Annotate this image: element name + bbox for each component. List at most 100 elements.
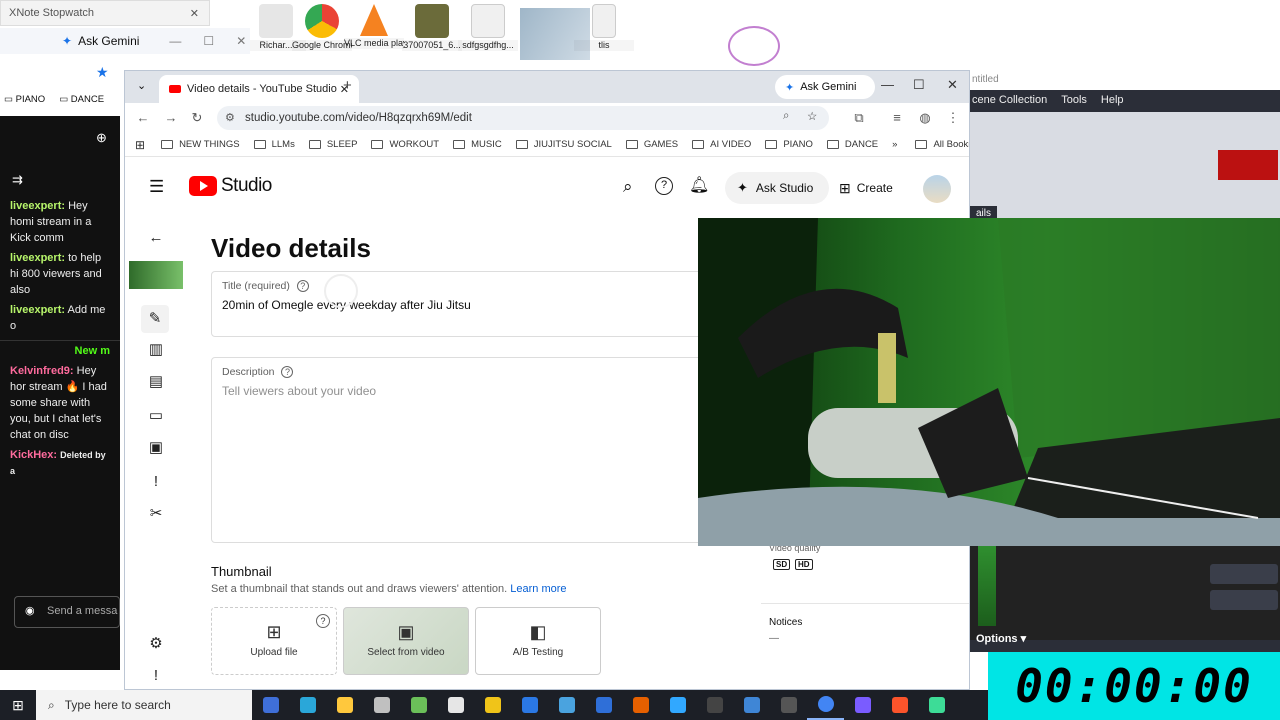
star-icon[interactable]: ★ <box>96 64 109 81</box>
back-icon[interactable]: ← <box>135 110 151 126</box>
title-field[interactable]: Title (required) ? 20min of Omegle every… <box>211 271 711 337</box>
clips-scissors-icon[interactable]: ✂ <box>145 503 167 525</box>
desktop-icon-chrome[interactable]: Google Chrome <box>292 4 352 51</box>
taskbar-app-button[interactable] <box>511 690 548 720</box>
desktop-icon-document[interactable]: sdfgsgdfhg... <box>458 4 518 51</box>
taskbar-app-button[interactable] <box>918 690 955 720</box>
bookmark-folder[interactable]: WORKOUT <box>371 139 439 150</box>
taskbar-app-button[interactable] <box>622 690 659 720</box>
taskbar-app-button[interactable] <box>252 690 289 720</box>
forward-icon[interactable]: → <box>163 110 179 126</box>
subtitles-icon[interactable]: ▣ <box>145 437 167 459</box>
help-icon[interactable]: ? <box>316 614 330 628</box>
back-arrow-icon[interactable]: ← <box>145 227 167 249</box>
chat-message-input[interactable]: ◉ Send a messa <box>14 596 120 628</box>
taskbar-app-button[interactable] <box>326 690 363 720</box>
bookmark-piano-left[interactable]: ▭ PIANO <box>4 94 45 105</box>
xnote-stopwatch-titlebar[interactable]: XNote Stopwatch ✕ <box>0 0 210 26</box>
settings-gear-icon[interactable]: ⚙ <box>145 633 167 655</box>
editor-icon[interactable]: ▤ <box>145 371 167 393</box>
menu-help[interactable]: Help <box>1101 94 1124 110</box>
feedback-icon[interactable]: ! <box>145 665 167 687</box>
bookmark-star-icon[interactable]: ☆ <box>807 109 817 123</box>
chat-username[interactable]: liveexpert: <box>10 200 65 212</box>
create-button[interactable]: ⊞ Create <box>835 172 915 204</box>
collapse-chat-icon[interactable]: ⇉ <box>12 172 23 188</box>
taskbar-app-button[interactable] <box>881 690 918 720</box>
taskbar-app-button[interactable] <box>659 690 696 720</box>
desktop-icon-image[interactable]: 37007051_6... <box>402 4 462 51</box>
emoji-icon[interactable]: ◉ <box>25 604 35 617</box>
video-thumbnail-mini[interactable] <box>129 261 183 289</box>
bookmark-folder[interactable]: LLMs <box>253 139 295 150</box>
tab-youtube-studio[interactable]: Video details - YouTube Studio ✕ <box>159 75 359 103</box>
menu-kebab-icon[interactable]: ⋮ <box>945 110 961 126</box>
profile-icon[interactable]: ◍ <box>917 110 933 126</box>
apps-grid-icon[interactable]: ⊞ <box>135 138 145 152</box>
search-icon[interactable]: ⌕ <box>623 177 633 197</box>
minimize-icon[interactable]: — <box>169 34 181 48</box>
obs-control-button[interactable] <box>1210 590 1278 610</box>
taskbar-app-button[interactable] <box>696 690 733 720</box>
tab-search-icon[interactable]: ⌄ <box>137 79 146 92</box>
help-icon[interactable]: ? <box>655 177 673 195</box>
taskbar-search[interactable]: ⌕ Type here to search <box>36 690 252 720</box>
bookmark-folder[interactable]: AI VIDEO <box>692 139 751 150</box>
address-bar[interactable]: ⚙ studio.youtube.com/video/H8qzqrxh69M/e… <box>217 106 829 130</box>
bookmark-folder[interactable]: GAMES <box>625 139 678 150</box>
select-from-video-option[interactable]: ▣ Select from video <box>343 607 469 675</box>
chat-username[interactable]: Kelvinfred9: <box>10 365 74 377</box>
upload-file-option[interactable]: ⊞ Upload file ? <box>211 607 337 675</box>
minimize-icon[interactable]: — <box>881 77 894 92</box>
bookmark-folder[interactable]: SLEEP <box>308 139 357 150</box>
studio-logo[interactable]: Studio <box>189 175 272 197</box>
close-icon[interactable]: ✕ <box>947 77 958 93</box>
obs-control-button[interactable] <box>1210 564 1278 584</box>
close-icon[interactable]: ✕ <box>236 34 246 48</box>
taskbar-app-button[interactable] <box>585 690 622 720</box>
ab-testing-option[interactable]: ◧ A/B Testing <box>475 607 601 675</box>
taskbar-app-button[interactable] <box>807 690 844 720</box>
more-bookmarks-icon[interactable]: » <box>892 139 897 150</box>
taskbar-app-button[interactable] <box>363 690 400 720</box>
ask-gemini-button-left[interactable]: Ask Gemini <box>78 34 139 48</box>
chat-username[interactable]: liveexpert: <box>10 252 65 264</box>
avatar[interactable] <box>923 175 951 203</box>
bookmark-folder[interactable]: DANCE <box>826 139 878 150</box>
taskbar-app-button[interactable] <box>733 690 770 720</box>
new-tab-icon[interactable]: + <box>343 77 352 94</box>
bookmark-folder[interactable]: JIUJITSU SOCIAL <box>515 139 612 150</box>
menu-scene-collection[interactable]: cene Collection <box>972 94 1047 110</box>
all-bookmarks-folder[interactable]: All Bookmarks <box>915 139 969 150</box>
ask-studio-button[interactable]: ✦ Ask Studio <box>725 172 829 204</box>
zoom-icon[interactable]: ⌕ <box>783 110 789 123</box>
maximize-icon[interactable]: ☐ <box>203 34 214 48</box>
comments-icon[interactable]: ▭ <box>145 405 167 427</box>
bookmark-dance-left[interactable]: ▭ DANCE <box>59 94 104 105</box>
desktop-icon-vlc[interactable]: VLC media player <box>344 4 404 49</box>
taskbar-app-button[interactable] <box>474 690 511 720</box>
help-icon[interactable]: ? <box>281 366 294 378</box>
taskbar-app-button[interactable] <box>548 690 585 720</box>
notifications-bell-icon[interactable]: 🔔︎ <box>689 175 709 195</box>
left-window-titlebar[interactable]: ✦ Ask Gemini — ☐ ✕ <box>0 28 250 54</box>
globe-icon[interactable]: ⊕ <box>96 130 107 146</box>
taskbar-app-button[interactable] <box>844 690 881 720</box>
extensions-icon[interactable]: ⧉ <box>851 110 867 126</box>
learn-more-link[interactable]: Learn more <box>510 583 566 595</box>
description-input[interactable]: Tell viewers about your video <box>222 384 376 398</box>
hamburger-menu-icon[interactable]: ☰ <box>149 177 164 197</box>
taskbar-app-button[interactable] <box>437 690 474 720</box>
close-icon[interactable]: ✕ <box>190 7 199 20</box>
details-pencil-icon[interactable]: ✎ <box>141 305 169 333</box>
start-button[interactable]: ⊞ <box>0 690 36 720</box>
taskbar-app-button[interactable] <box>400 690 437 720</box>
analytics-icon[interactable]: ▥ <box>145 339 167 361</box>
taskbar-app-button[interactable] <box>770 690 807 720</box>
help-icon[interactable]: ? <box>296 280 309 292</box>
reload-icon[interactable]: ↻ <box>189 110 205 126</box>
menu-tools[interactable]: Tools <box>1061 94 1087 110</box>
desktop-icon-text[interactable]: tlis <box>574 4 634 51</box>
bookmark-folder[interactable]: MUSIC <box>453 139 502 150</box>
bookmark-folder[interactable]: PIANO <box>765 139 813 150</box>
